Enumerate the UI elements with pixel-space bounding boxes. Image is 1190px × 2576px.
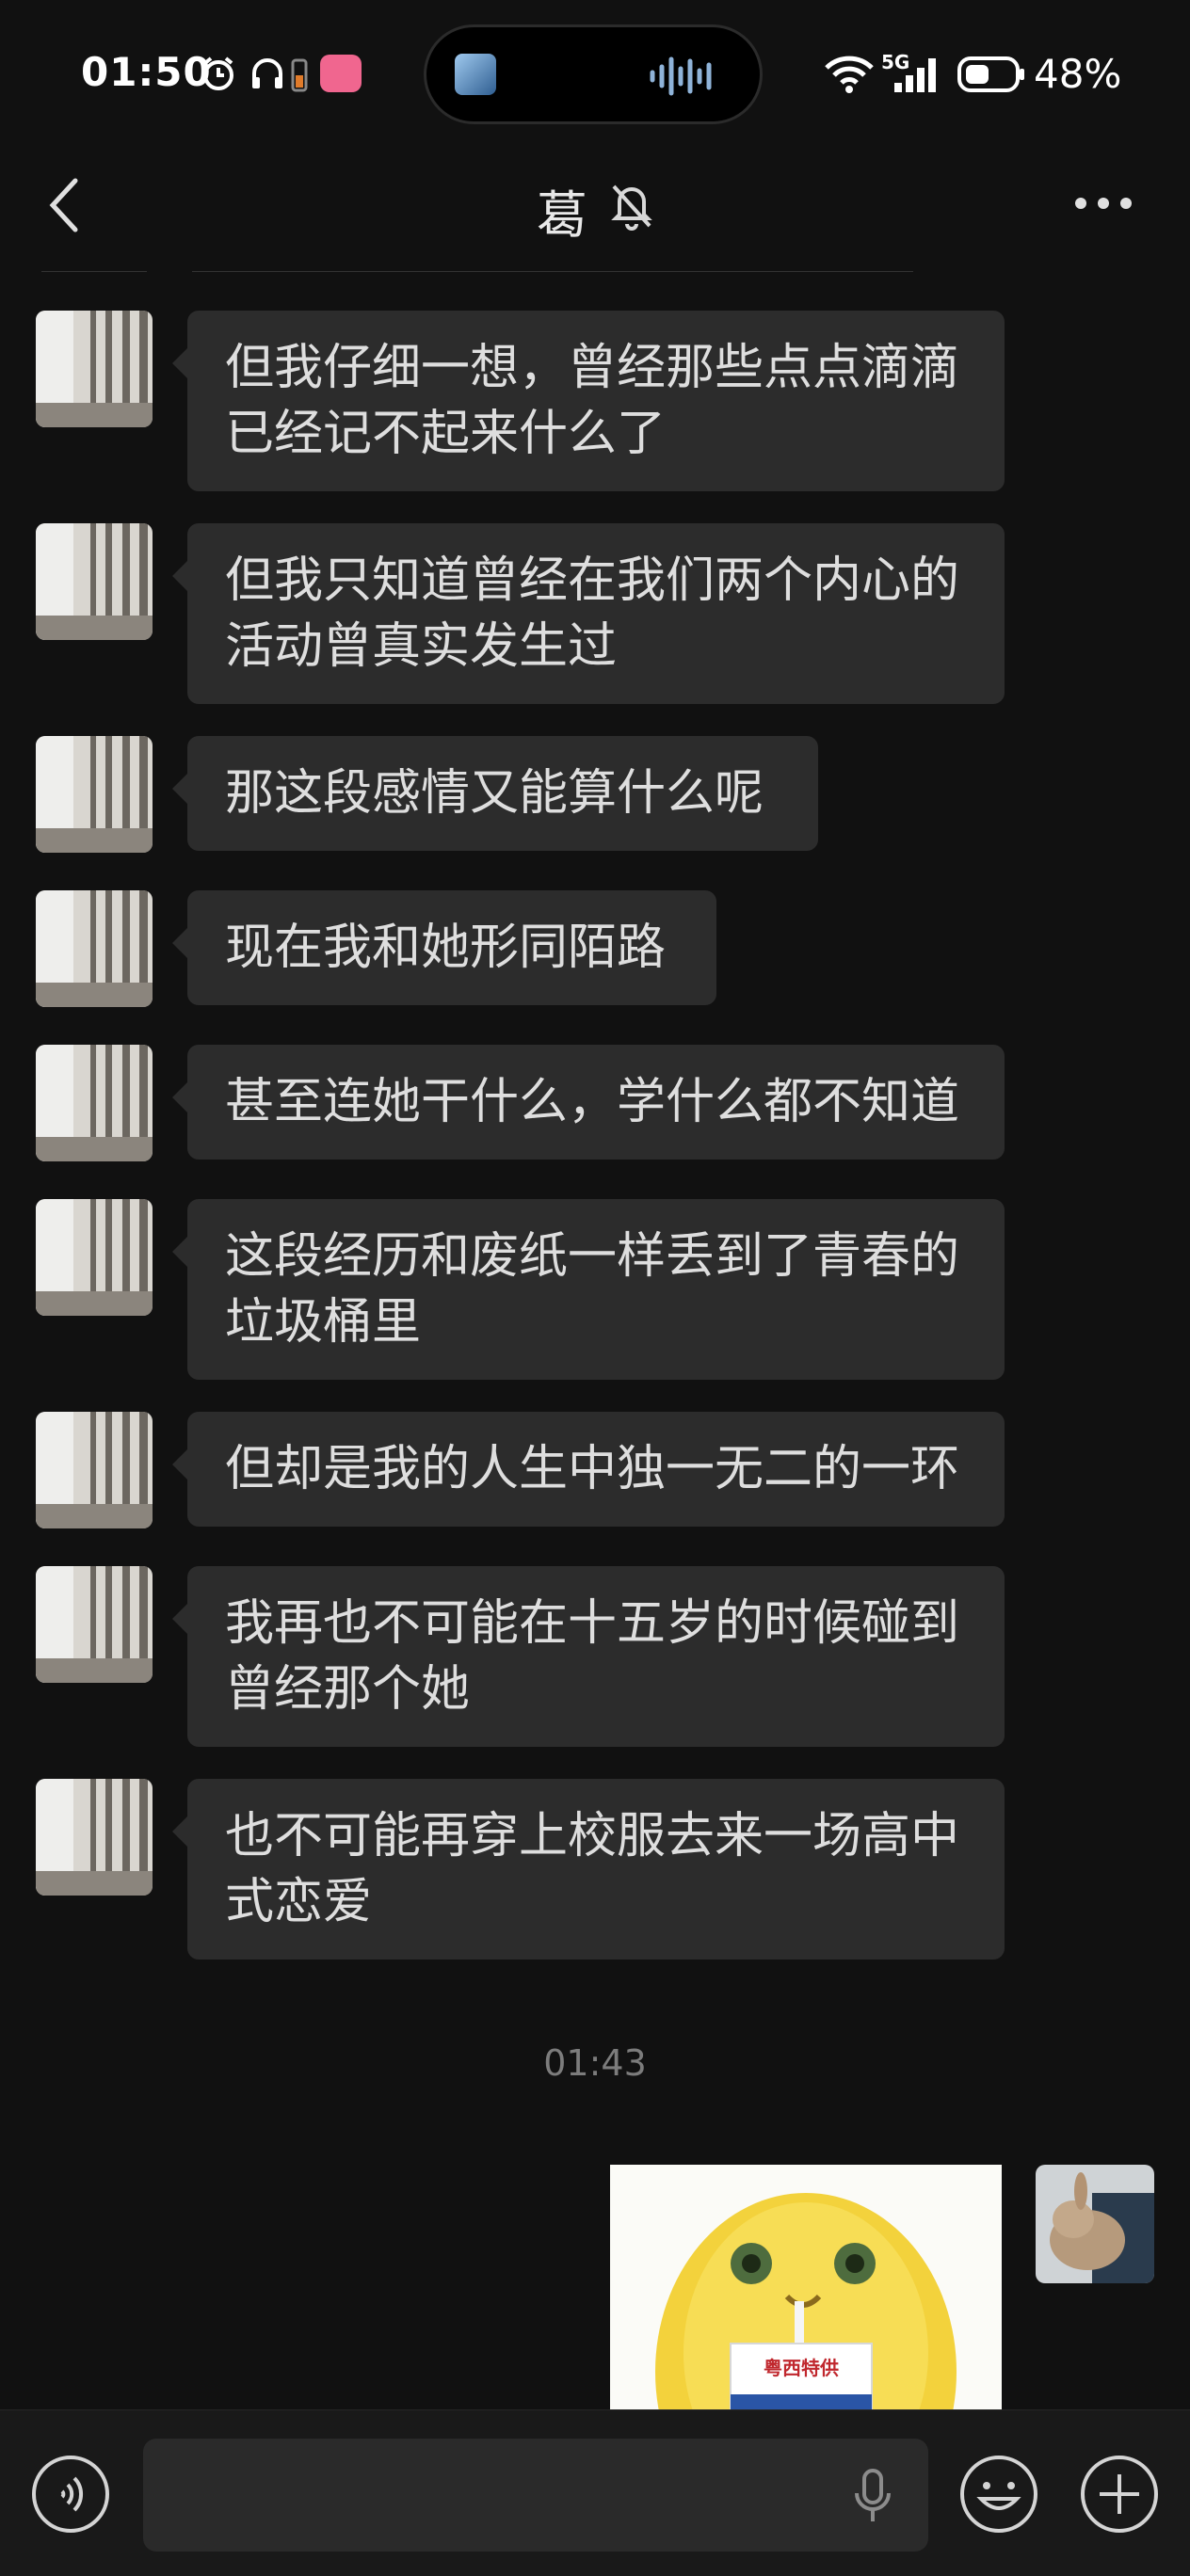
contact-avatar[interactable] [36, 1045, 153, 1161]
message-bubble[interactable]: 现在我和她形同陌路 [172, 890, 716, 1005]
contact-avatar[interactable] [36, 523, 153, 640]
back-button[interactable] [41, 175, 88, 235]
chat-title[interactable]: 葛 [537, 173, 587, 248]
input-bar [0, 2409, 1190, 2576]
message-input[interactable] [143, 2439, 928, 2552]
wifi-icon [825, 56, 874, 93]
message-list[interactable]: 但我仔细一想，曾经那些点点滴滴已经记不起来什么了 但我只知道曾经在我们两个内心的… [0, 264, 1190, 2409]
alarm-icon [203, 56, 233, 90]
divider [41, 271, 147, 272]
status-time: 01:50 [81, 49, 212, 95]
contact-avatar[interactable] [36, 890, 153, 1007]
audio-wave-icon [650, 56, 712, 96]
mic-icon[interactable] [851, 2467, 894, 2525]
battery-small-icon [291, 58, 308, 92]
signal-icon [894, 58, 936, 92]
message-timestamp: 01:43 [543, 2042, 647, 2084]
contact-avatar[interactable] [36, 1412, 153, 1528]
divider [192, 271, 913, 272]
message-bubble[interactable]: 但我只知道曾经在我们两个内心的活动曾真实发生过 [172, 523, 1005, 704]
status-bar: 01:50 5G 48% [0, 0, 1190, 141]
chat-header: 葛 [0, 141, 1190, 264]
message-bubble[interactable]: 但却是我的人生中独一无二的一环 [172, 1412, 1005, 1527]
contact-avatar[interactable] [36, 311, 153, 427]
bell-off-icon [611, 184, 652, 231]
sticker-message[interactable]: 粤西特供 [610, 2165, 1002, 2409]
contact-avatar[interactable] [36, 1779, 153, 1896]
battery-percent: 48% [1034, 51, 1122, 97]
battery-icon [957, 56, 1024, 92]
voice-button[interactable] [30, 2454, 111, 2535]
dynamic-island [424, 24, 763, 124]
more-button[interactable] [1073, 194, 1134, 213]
album-art-icon [455, 54, 496, 95]
message-bubble[interactable]: 那这段感情又能算什么呢 [172, 736, 818, 851]
message-bubble[interactable]: 但我仔细一想，曾经那些点点滴滴已经记不起来什么了 [172, 311, 1005, 491]
sticker-caption: 粤西特供 [764, 2357, 839, 2379]
contact-avatar[interactable] [36, 1566, 153, 1683]
contact-avatar[interactable] [36, 736, 153, 853]
my-avatar[interactable] [1036, 2165, 1154, 2283]
plus-button[interactable] [1079, 2454, 1160, 2535]
message-bubble[interactable]: 甚至连她干什么，学什么都不知道 [172, 1045, 1005, 1160]
headphones-icon [252, 58, 282, 88]
message-bubble[interactable]: 我再也不可能在十五岁的时候碰到曾经那个她 [172, 1566, 1005, 1747]
bilibili-icon [320, 55, 362, 92]
message-bubble[interactable]: 也不可能再穿上校服去来一场高中式恋爱 [172, 1779, 1005, 1960]
emoji-button[interactable] [958, 2454, 1039, 2535]
contact-avatar[interactable] [36, 1199, 153, 1316]
message-bubble[interactable]: 这段经历和废纸一样丢到了青春的垃圾桶里 [172, 1199, 1005, 1380]
